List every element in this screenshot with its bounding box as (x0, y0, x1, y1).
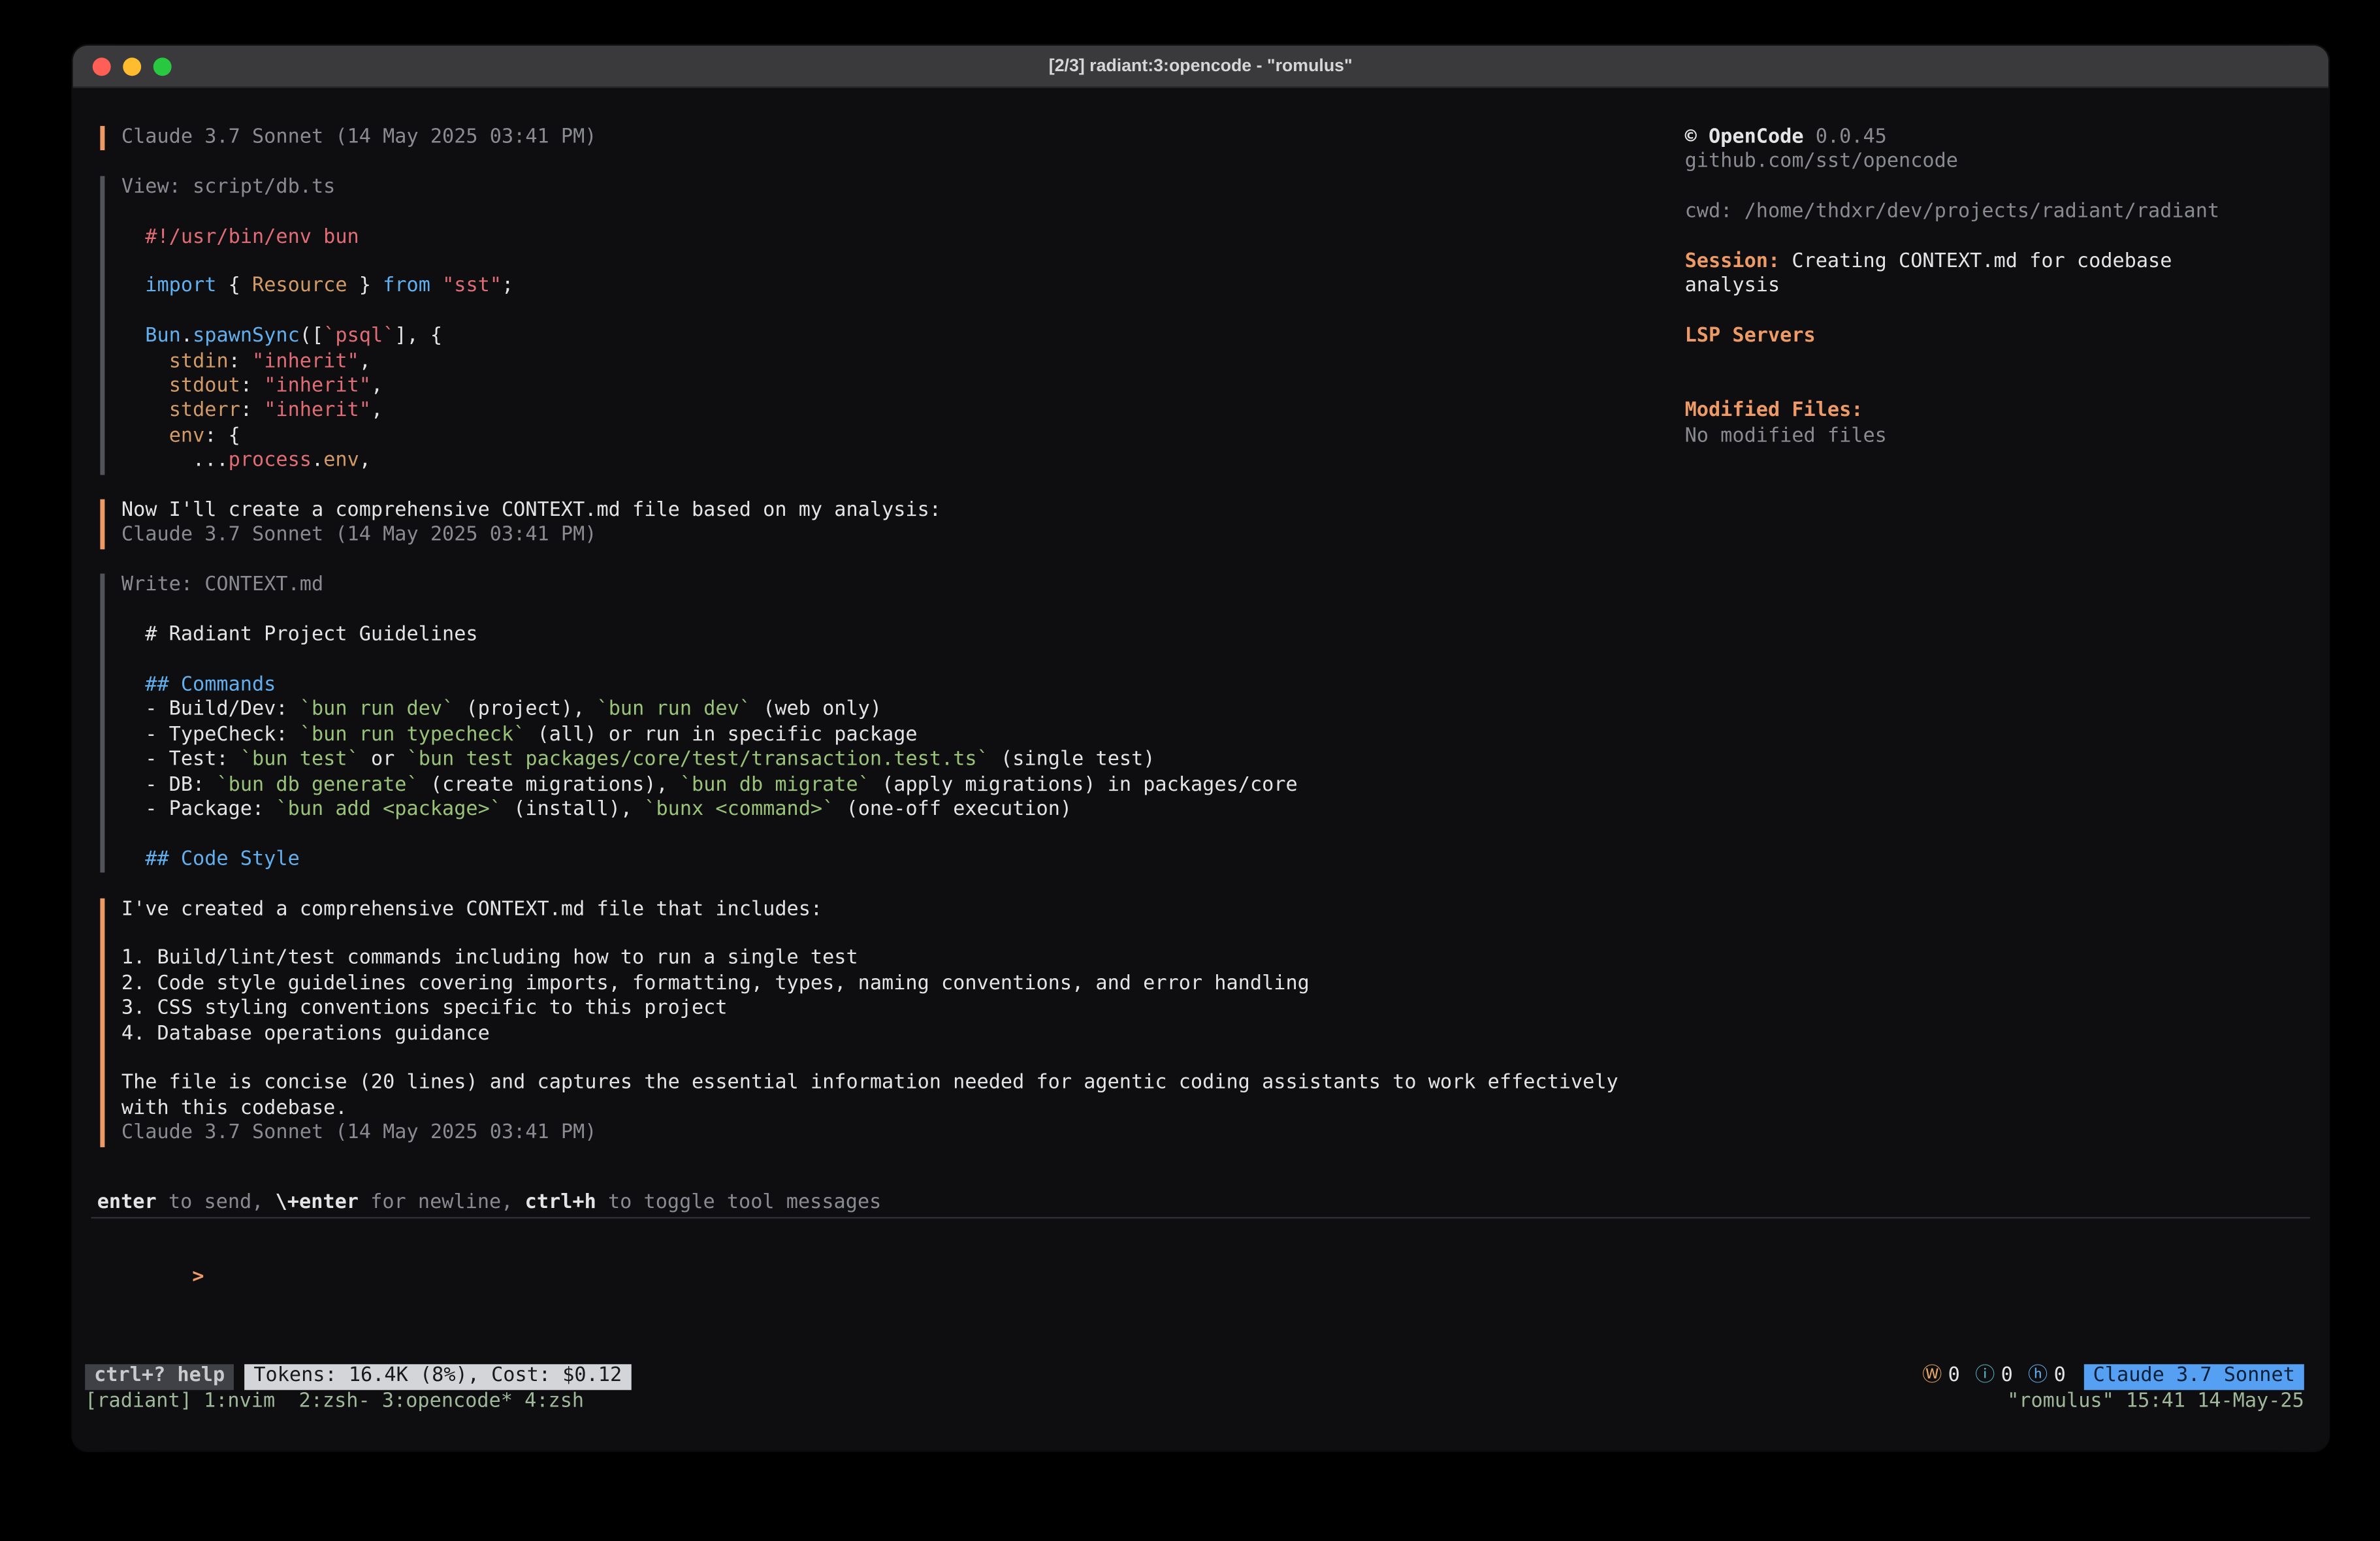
text-line: ...process.env, (121, 450, 1667, 475)
window-titlebar[interactable]: [2/3] radiant:3:opencode - "romulus" (73, 46, 2328, 88)
screen: [2/3] radiant:3:opencode - "romulus" Cla… (0, 0, 2380, 1541)
text-line: Session: Creating CONTEXT.md for codebas… (1685, 251, 2304, 276)
status-bar: ctrl+? help Tokens: 16.4K (8%), Cost: $0… (73, 1364, 2328, 1390)
text-line: github.com/sst/opencode (1685, 151, 2304, 176)
text-line: Modified Files: (1685, 400, 2304, 424)
text-line: ## Commands (121, 674, 1667, 699)
terminal-window: [2/3] radiant:3:opencode - "romulus" Cla… (73, 46, 2328, 1451)
diagnostics-counters: Ⓦ0 ⓘ0 ⓗ0 (1922, 1365, 2066, 1390)
assistant-message-block: Claude 3.7 Sonnet (14 May 2025 03:41 PM) (100, 126, 1666, 151)
text-line: cwd: /home/thdxr/dev/projects/radiant/ra… (1685, 200, 2304, 225)
input-divider (91, 1217, 2310, 1218)
text-line: stdout: "inherit", (121, 375, 1667, 400)
text-line: - Package: `bun add <package>` (install)… (121, 798, 1667, 823)
assistant-message-block: Now I'll create a comprehensive CONTEXT.… (100, 500, 1666, 549)
text-line: 3. CSS styling conventions specific to t… (121, 997, 1667, 1022)
text-line (121, 823, 1667, 848)
text-line (121, 1047, 1667, 1072)
text-line (1685, 176, 2304, 200)
text-line: © OpenCode 0.0.45 (1685, 126, 2304, 151)
warning-icon: Ⓦ (1922, 1365, 1942, 1390)
text-line: stderr: "inherit", (121, 400, 1667, 424)
text-line: - Build/Dev: `bun run dev` (project), `b… (121, 699, 1667, 723)
tmux-host-clock: "romulus" 15:41 14-May-25 (2007, 1390, 2304, 1415)
text-line (121, 250, 1667, 275)
text-line: # Radiant Project Guidelines (121, 624, 1667, 648)
text-line: - DB: `bun db generate` (create migratio… (121, 773, 1667, 798)
text-line: View: script/db.ts (121, 176, 1667, 200)
text-line: I've created a comprehensive CONTEXT.md … (121, 898, 1667, 923)
info-icon: ⓘ (1975, 1365, 1995, 1390)
text-line: stdin: "inherit", (121, 350, 1667, 375)
text-line (121, 300, 1667, 325)
model-badge: Claude 3.7 Sonnet (2084, 1364, 2304, 1390)
zoom-button[interactable] (153, 57, 172, 76)
text-line (121, 599, 1667, 624)
chat-history: Claude 3.7 Sonnet (14 May 2025 03:41 PM)… (100, 126, 1666, 1171)
text-line: env: { (121, 424, 1667, 449)
assistant-message-block: I've created a comprehensive CONTEXT.md … (100, 898, 1666, 1147)
tool-block: Write: CONTEXT.md # Radiant Project Guid… (100, 574, 1666, 873)
tool-block: View: script/db.ts #!/usr/bin/env bun im… (100, 176, 1666, 475)
warnings-counter: Ⓦ0 (1922, 1365, 1960, 1390)
text-line: LSP Servers (1685, 325, 2304, 350)
tmux-status-bar: [radiant] 1:nvim 2:zsh- 3:opencode* 4:zs… (73, 1390, 2328, 1416)
text-line: - TypeCheck: `bun run typecheck` (all) o… (121, 723, 1667, 748)
text-line: ## Code Style (121, 848, 1667, 872)
terminal-screen[interactable]: Claude 3.7 Sonnet (14 May 2025 03:41 PM)… (73, 88, 2328, 1451)
text-line: Bun.spawnSync([`psql`], { (121, 325, 1667, 350)
window-controls (93, 57, 172, 76)
hint-count: 0 (2054, 1365, 2066, 1390)
text-line (121, 923, 1667, 947)
hint-icon: ⓗ (2028, 1365, 2048, 1390)
info-counter: ⓘ0 (1975, 1365, 2013, 1390)
text-line: Claude 3.7 Sonnet (14 May 2025 03:41 PM) (121, 1122, 1667, 1147)
text-line: Claude 3.7 Sonnet (14 May 2025 03:41 PM) (121, 126, 1667, 151)
prompt-symbol: > (192, 1266, 204, 1289)
session-sidebar: © OpenCode 0.0.45github.com/sst/opencode… (1685, 126, 2304, 450)
text-line: The file is concise (20 lines) and captu… (121, 1072, 1667, 1097)
close-button[interactable] (93, 57, 111, 76)
text-line (1685, 225, 2304, 250)
prompt-row[interactable]: > (97, 1241, 204, 1316)
text-line: 4. Database operations guidance (121, 1022, 1667, 1047)
text-line: analysis (1685, 276, 2304, 300)
text-line: - Test: `bun test` or `bun test packages… (121, 748, 1667, 773)
text-line (121, 200, 1667, 225)
keybind-help: enter to send, \+enter for newline, ctrl… (97, 1191, 882, 1216)
text-line: enter to send, \+enter for newline, ctrl… (97, 1191, 882, 1216)
text-line: with this codebase. (121, 1097, 1667, 1122)
text-line: Now I'll create a comprehensive CONTEXT.… (121, 500, 1667, 524)
hints-counter: ⓗ0 (2028, 1365, 2066, 1390)
text-line: 1. Build/lint/test commands including ho… (121, 947, 1667, 972)
text-line: import { Resource } from "sst"; (121, 276, 1667, 300)
text-line (1685, 300, 2304, 325)
text-line: Claude 3.7 Sonnet (14 May 2025 03:41 PM) (121, 524, 1667, 549)
minimize-button[interactable] (123, 57, 141, 76)
tmux-session-windows[interactable]: [radiant] 1:nvim 2:zsh- 3:opencode* 4:zs… (85, 1390, 584, 1415)
text-line: #!/usr/bin/env bun (121, 225, 1667, 250)
window-title: [2/3] radiant:3:opencode - "romulus" (1049, 57, 1353, 75)
warning-count: 0 (1948, 1365, 1960, 1390)
info-count: 0 (2001, 1365, 2013, 1390)
text-line: Write: CONTEXT.md (121, 574, 1667, 599)
tokens-cost-chip: Tokens: 16.4K (8%), Cost: $0.12 (244, 1364, 631, 1390)
status-bar-right: Ⓦ0 ⓘ0 ⓗ0 Claude 3.7 Sonnet (1922, 1364, 2328, 1390)
text-line: 2. Code style guidelines covering import… (121, 972, 1667, 997)
help-hint-chip: ctrl+? help (85, 1364, 234, 1390)
text-line (121, 648, 1667, 673)
text-line (1685, 375, 2304, 400)
text-line: No modified files (1685, 424, 2304, 449)
text-line (1685, 350, 2304, 375)
